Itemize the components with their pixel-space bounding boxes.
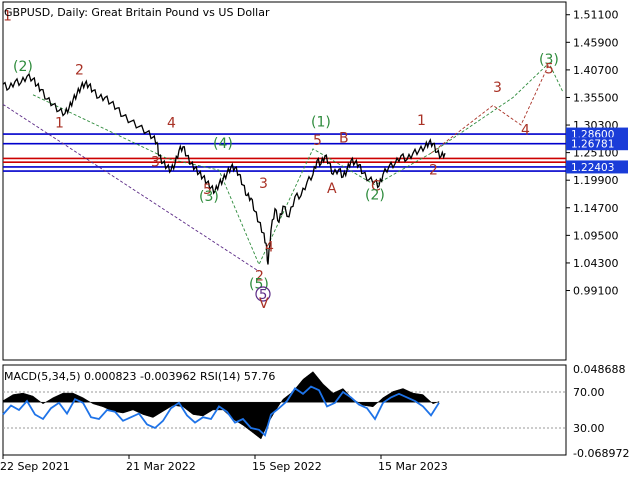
x-tick-label: 15 Mar 2023: [378, 460, 448, 473]
indicator-y-tick-label: 0.048688: [573, 363, 626, 376]
y-tick-label: 1.51100: [573, 9, 619, 22]
x-tick-label: 15 Sep 2022: [252, 460, 322, 473]
wave-label: (2): [13, 59, 33, 75]
y-tick-label: 1.45900: [573, 36, 619, 49]
wave-label: (2): [365, 187, 385, 203]
wave-label: 3: [493, 80, 502, 96]
wave-label: 4: [265, 239, 274, 255]
chart-header-title: GBPUSD, Daily: Great Britain Pound vs US…: [4, 6, 270, 19]
y-tick-label: 1.35500: [573, 91, 619, 104]
wave-label: (1): [311, 115, 331, 131]
y-tick-label: 0.99100: [573, 285, 619, 298]
indicator-y-tick-label: 30.00: [573, 422, 605, 435]
indicator-header-title: MACD(5,34,5) 0.000823 -0.003962 RSI(14) …: [4, 370, 275, 383]
wave-label: V: [259, 296, 269, 312]
x-tick-label: 21 Mar 2022: [126, 460, 196, 473]
wave-label: 5: [545, 62, 554, 78]
level-badge-label: 1.22403: [571, 162, 614, 174]
wave-label: 2: [75, 63, 84, 79]
indicator-y-tick-label: 70.00: [573, 386, 605, 399]
y-tick-label: 1.40700: [573, 64, 619, 77]
level-badge-label: 1.26781: [571, 139, 614, 151]
wave-label: 2: [429, 162, 438, 178]
wave-label: B: [339, 131, 349, 147]
wave-label: (4): [213, 136, 233, 152]
wave-label: 5: [313, 133, 322, 149]
wave-label: 4: [521, 123, 530, 139]
wave-label: 3: [151, 154, 160, 170]
wave-label: 1: [417, 113, 426, 129]
wave-label: 4: [167, 116, 176, 132]
wave-label: 1: [55, 116, 64, 132]
chart-canvas: 1(2) 21 43(4)5(3)342(5)5V(1)5 BA C(2)1234(3)…: [0, 0, 640, 480]
background: [0, 0, 640, 480]
wave-label: 3: [259, 176, 268, 192]
y-tick-label: 1.19900: [573, 174, 619, 187]
chart-window: 1 (2) 2 1 4 3 (4) 5 (3) 3 4 2 (5) 5 V (1) 5 B A C (2) 1 2 3 4 (3)…: [0, 0, 640, 480]
x-tick-label: 22 Sep 2021: [0, 460, 70, 473]
y-tick-label: 1.09500: [573, 229, 619, 242]
wave-label: A: [327, 181, 337, 197]
indicator-y-tick-label: -0.068972: [573, 447, 629, 460]
y-tick-label: 1.14700: [573, 202, 619, 215]
wave-label: (3): [199, 189, 219, 205]
y-tick-label: 1.04300: [573, 257, 619, 270]
